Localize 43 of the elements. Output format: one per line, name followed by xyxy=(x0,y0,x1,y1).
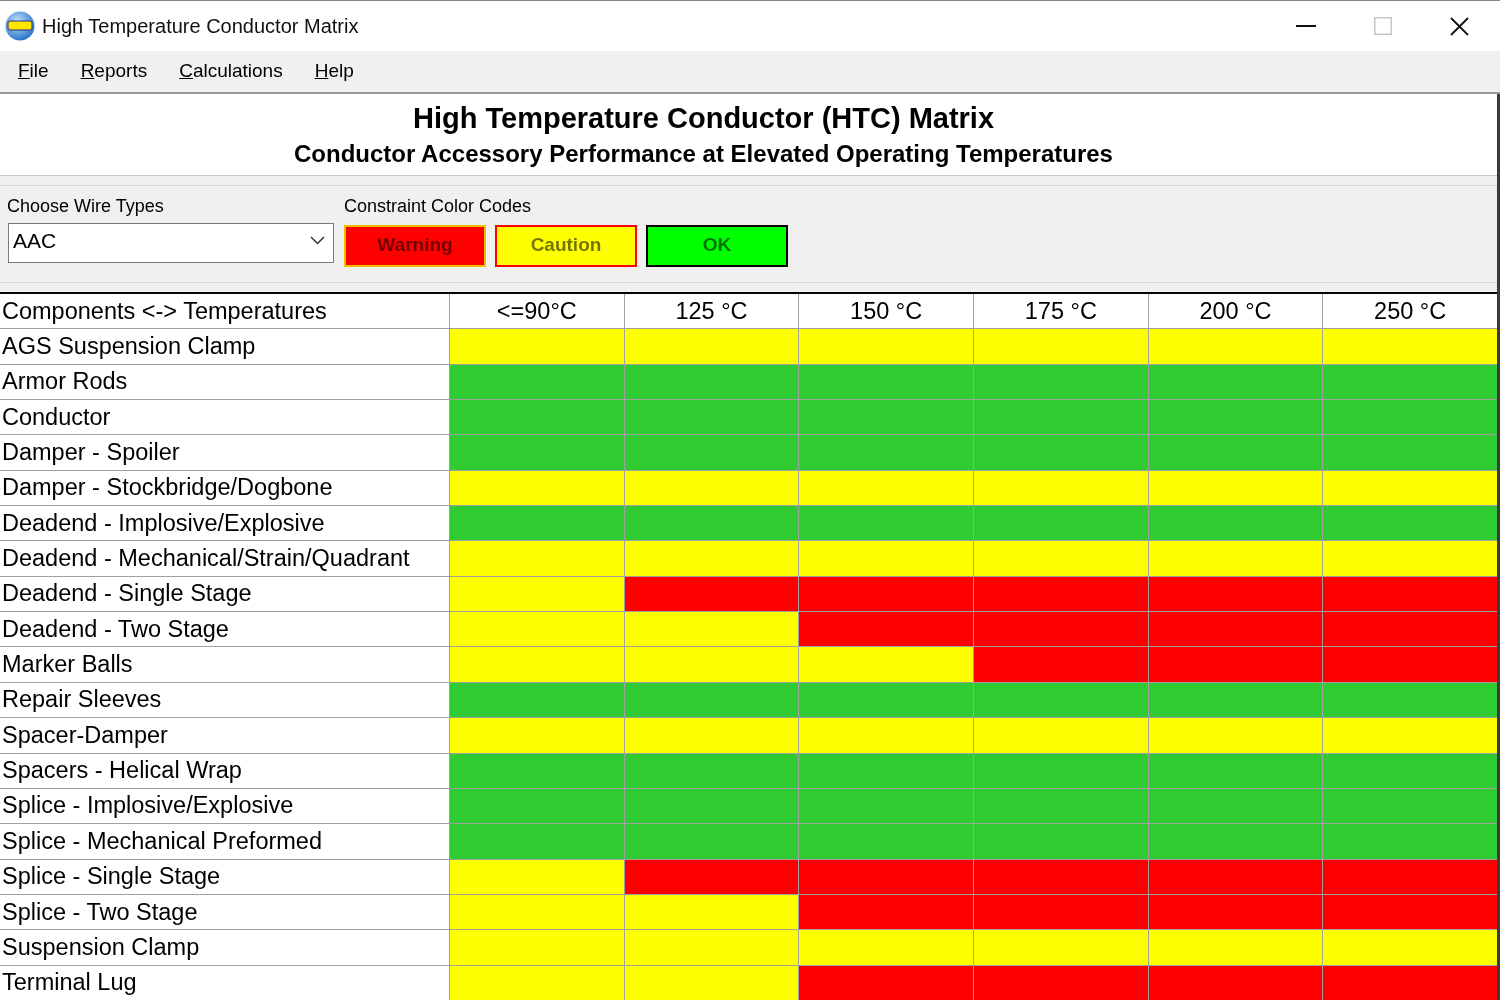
minimize-icon[interactable] xyxy=(1295,25,1316,27)
column-header: 250 °C xyxy=(1323,294,1497,329)
menu-item[interactable]: Help xyxy=(314,57,354,86)
row-header: Marker Balls xyxy=(0,647,449,682)
row-header: Deadend - Two Stage xyxy=(0,612,449,647)
legend-item: OK xyxy=(646,224,788,267)
menu-item[interactable]: Reports xyxy=(80,57,148,86)
row-header: Conductor xyxy=(0,400,449,435)
matrix-title: High Temperature Conductor (HTC) Matrix xyxy=(412,101,995,135)
row-header: Repair Sleeves xyxy=(0,682,449,718)
column-header: Components <-> Temperatures xyxy=(0,294,449,329)
row-header: Suspension Clamp xyxy=(0,930,449,965)
legend-item: Warning xyxy=(344,224,486,267)
close-icon[interactable] xyxy=(1450,16,1469,36)
legend-label: Constraint Color Codes xyxy=(344,196,533,218)
column-header: 200 °C xyxy=(1148,294,1323,329)
matrix-subtitle: Conductor Accessory Performance at Elevated Operating Temperatures xyxy=(294,139,1113,168)
row-header: Deadend - Implosive/Explosive xyxy=(0,506,449,541)
column-header: 150 °C xyxy=(799,294,973,329)
row-header: Splice - Implosive/Explosive xyxy=(0,788,449,824)
row-header: Damper - Stockbridge/Dogbone xyxy=(0,470,449,506)
row-header: Deadend - Mechanical/Strain/Quadrant xyxy=(0,541,449,576)
menu-item[interactable]: Calculations xyxy=(179,57,283,86)
column-header: 175 °C xyxy=(974,294,1148,329)
menu-item[interactable]: File xyxy=(18,57,49,86)
wire-type-dropdown[interactable]: AAC xyxy=(8,222,334,263)
row-header: AGS Suspension Clamp xyxy=(0,329,449,364)
column-header: <=90°C xyxy=(450,294,624,329)
column-header: 125 °C xyxy=(624,294,799,329)
row-header: Armor Rods xyxy=(0,364,449,400)
row-header: Deadend - Single Stage xyxy=(0,576,449,612)
window-title: High Temperature Conductor Matrix xyxy=(42,14,359,39)
chevron-down-icon xyxy=(310,236,325,246)
row-header: Terminal Lug xyxy=(0,965,449,1000)
globe-icon xyxy=(5,11,35,41)
row-header: Spacers - Helical Wrap xyxy=(0,753,449,788)
row-header: Damper - Spoiler xyxy=(0,435,449,470)
field-label: Choose Wire Types xyxy=(7,196,165,218)
row-header: Splice - Single Stage xyxy=(0,859,449,894)
row-header: Splice - Mechanical Preformed xyxy=(0,824,449,859)
row-header: Spacer-Damper xyxy=(0,718,449,753)
legend-item: Caution xyxy=(495,224,637,267)
row-header: Splice - Two Stage xyxy=(0,894,449,930)
